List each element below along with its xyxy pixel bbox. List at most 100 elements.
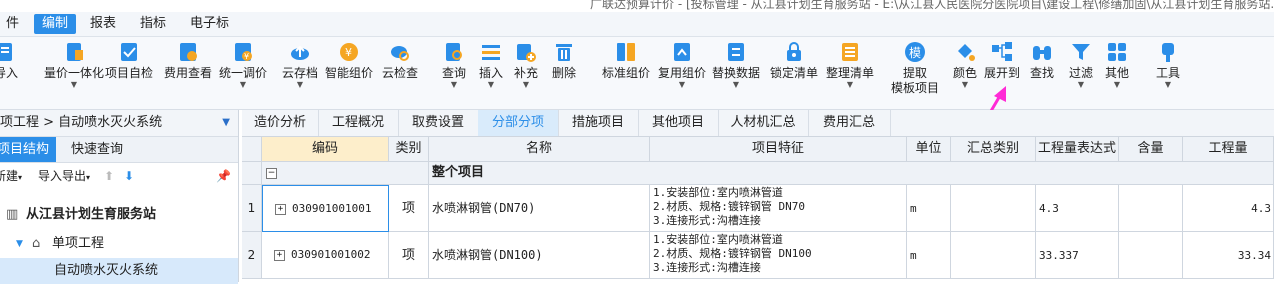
collapse-group[interactable]: − [262,162,429,185]
import-button[interactable]: 导入 [0,41,20,81]
cloud-check-icon [389,41,411,63]
name-cell[interactable]: 水喷淋钢管(DN70) [429,185,650,232]
supplement-label: 补充 [513,66,538,80]
pin-icon[interactable]: 📌 [216,163,231,189]
name-cell[interactable]: 水喷淋钢管(DN100) [429,232,650,279]
color-button[interactable]: 颜色 ▼ [950,41,980,89]
column-header-summary-type[interactable]: 汇总类别 [951,137,1036,162]
filter-button[interactable]: 过滤 ▼ [1067,41,1095,89]
tab-labor-material[interactable]: 人材机汇总 [718,110,809,136]
svg-text:模: 模 [909,46,921,60]
type-cell[interactable]: 项 [389,232,429,279]
quantity-cell[interactable]: 4.3 [1183,185,1274,232]
menu-index[interactable]: 指标 [132,14,174,34]
tree-item-single-project[interactable]: ▼ ⌂ 单项工程 [0,231,238,257]
expand-to-label: 展开到 [983,66,1020,80]
column-header-quantity[interactable]: 工程量 [1183,137,1274,162]
query-icon [443,41,465,63]
extract-template-button[interactable]: 模 提取 模板项目 [889,41,941,96]
tab-fee-summary[interactable]: 费用汇总 [808,110,891,136]
move-down-icon[interactable]: ⬇ [124,163,134,189]
other-button[interactable]: 其他 ▼ [1103,41,1131,89]
menu-file[interactable]: 件 [0,14,27,34]
breadcrumb[interactable]: 项工程 > 自动喷水灭火系统 ▼ [0,110,238,137]
group-row[interactable]: 整个项目 [429,162,1274,185]
tree-item-project[interactable]: ▥ 从江县计划生育服务站 [0,202,238,228]
expand-icon[interactable]: + [274,249,285,261]
replace-data-button[interactable]: 替换数据 ▼ [711,41,761,89]
cloud-check-button[interactable]: 云检查 [381,41,419,81]
column-header-content[interactable]: 含量 [1119,137,1183,162]
menu-e-bid[interactable]: 电子标 [182,14,237,34]
tab-quick-query[interactable]: 快速查询 [60,137,134,162]
features-cell[interactable]: 1.安装部位:室内喷淋管道 2.材质、规格:镀锌钢管 DN100 3.连接形式:沟槽… [650,232,907,279]
unit-cell[interactable]: m [907,185,951,232]
quantity-cell[interactable]: 33.34 [1183,232,1274,279]
summary-type-cell[interactable] [951,185,1036,232]
expand-icon[interactable]: + [275,203,286,215]
unit-cell[interactable]: m [907,232,951,279]
left-tabs: 项目结构 快速查询 [0,137,238,163]
column-header-qty-expression[interactable]: 工程量表达式 [1036,137,1119,162]
qty-price-button[interactable]: 量价一体化 ▼ [38,41,110,89]
tab-divisions[interactable]: 分部分项 [478,110,559,136]
self-check-button[interactable]: 项目自检 [103,41,155,81]
delete-button[interactable]: 删除 [550,41,578,81]
column-header-unit[interactable]: 单位 [907,137,951,162]
tree-item-sprinkler[interactable]: 自动喷水灭火系统 [0,258,238,284]
menu-report[interactable]: 报表 [82,14,124,34]
type-cell[interactable]: 项 [389,185,429,232]
tab-fee-settings[interactable]: 取费设置 [398,110,479,136]
qty-expression-cell[interactable]: 4.3 [1036,185,1119,232]
std-price-button[interactable]: 标准组价 [601,41,651,81]
column-header-code[interactable]: 编码 [262,137,389,162]
tab-cost-analysis[interactable]: 造价分析 [242,110,319,136]
unify-price-button[interactable]: ¥ 统一调价 ▼ [218,41,268,89]
smart-price-button[interactable]: ¥ 智能组价 [324,41,374,81]
sort-list-icon [839,41,861,63]
fee-view-button[interactable]: 费用查看 [162,41,214,81]
chevron-down-icon[interactable]: ▼ [222,110,230,136]
lock-list-label: 锁定清单 [769,66,818,80]
collapse-icon[interactable]: − [266,168,277,179]
code-cell[interactable]: +030901001001 [262,185,389,232]
tab-other-items[interactable]: 其他项目 [638,110,719,136]
tab-measures[interactable]: 措施项目 [558,110,639,136]
new-button[interactable]: 新建▾ [0,163,22,191]
find-button[interactable]: 查找 [1028,41,1056,81]
cloud-archive-button[interactable]: 云存档 ▼ [281,41,319,89]
tab-project-structure[interactable]: 项目结构 [0,137,56,162]
replace-data-icon [725,41,747,63]
lock-list-button[interactable]: 锁定清单 [768,41,820,81]
query-button[interactable]: 查询 ▼ [440,41,468,89]
chevron-down-icon[interactable]: ▼ [16,231,23,257]
reuse-price-button[interactable]: 复用组价 ▼ [657,41,707,89]
breadcrumb-text: 项工程 > 自动喷水灭火系统 [0,115,163,130]
menu-edit[interactable]: 编制 [34,14,77,34]
tools-label: 工具 [1155,66,1180,80]
std-price-icon [615,41,637,63]
features-cell[interactable]: 1.安装部位:室内喷淋管道 2.材质、规格:镀锌钢管 DN70 3.连接形式:沟槽连… [650,185,907,232]
content-cell[interactable] [1119,232,1183,279]
import-export-button[interactable]: 导入导出▾ [38,163,90,191]
trash-icon [553,41,575,63]
tools-button[interactable]: 工具 ▼ [1154,41,1182,89]
expand-to-button[interactable]: 展开到 [982,41,1022,81]
sort-list-button[interactable]: 整理清单 ▼ [824,41,876,89]
content-cell[interactable] [1119,185,1183,232]
summary-type-cell[interactable] [951,232,1036,279]
column-header-features[interactable]: 项目特征 [650,137,907,162]
supplement-button[interactable]: 补充 ▼ [512,41,540,89]
chevron-down-icon: ▼ [732,80,740,89]
template-icon: 模 [904,41,926,63]
svg-text:¥: ¥ [244,52,249,61]
move-up-icon[interactable]: ⬆ [104,163,114,189]
chevron-down-icon: ▼ [296,80,304,89]
column-header-name[interactable]: 名称 [429,137,650,162]
qty-expression-cell[interactable]: 33.337 [1036,232,1119,279]
chevron-down-icon: ▼ [1113,80,1121,89]
column-header-type[interactable]: 类别 [389,137,429,162]
tab-overview[interactable]: 工程概况 [318,110,399,136]
code-cell[interactable]: +030901001002 [262,232,389,279]
insert-button[interactable]: 插入 ▼ [477,41,505,89]
